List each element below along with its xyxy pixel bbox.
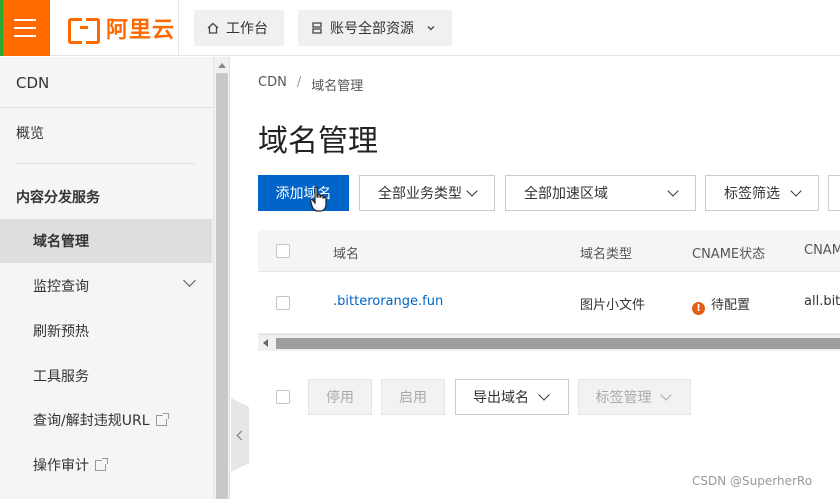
bulk-select-checkbox[interactable] [276,390,290,404]
scroll-left-arrow-icon[interactable] [263,339,268,347]
top-bar: 阿里云 工作台 账号全部资源 [0,0,840,56]
region-dropdown[interactable]: 全部加速区域 [505,175,696,211]
tag-management-button[interactable]: 标签管理 [578,379,691,415]
sidebar-section-divider [16,163,195,164]
sidebar-item-domain-management[interactable]: 域名管理 [0,219,212,263]
region-value: 全部加速区域 [524,186,608,202]
enable-button[interactable]: 启用 [381,379,445,415]
chevron-down-icon [427,26,435,31]
select-all-checkbox[interactable] [276,244,290,258]
resources-dropdown[interactable]: 账号全部资源 [298,10,452,46]
chevron-down-icon [183,274,196,287]
breadcrumb-current: 域名管理 [311,79,364,94]
chevron-down-icon [466,185,478,197]
sidebar-item-tools[interactable]: 工具服务 [0,354,212,398]
hamburger-menu-icon[interactable] [0,0,50,56]
stack-icon [312,22,322,34]
cname-status-text: 待配置 [711,298,751,313]
cname-status-cell: ! 待配置 [692,294,750,315]
table-header: 域名 域名类型 CNAME状态 CNAM [258,230,840,272]
aliyun-logo[interactable]: 阿里云 [68,13,176,44]
column-header-type[interactable]: 域名类型 [580,243,632,262]
search-box-clipped[interactable] [828,175,840,211]
business-type-value: 全部业务类型 [378,186,462,202]
external-link-icon [155,412,169,426]
column-header-cname-status[interactable]: CNAME状态 [692,243,765,262]
sidebar-item-label: 域名管理 [33,234,89,250]
chevron-down-icon [790,185,802,197]
sidebar-title: CDN [16,74,50,92]
domain-type-cell: 图片小文件 [580,298,646,313]
chevron-down-icon [660,389,672,401]
workbench-button[interactable]: 工作台 [194,10,284,46]
sidebar-scrollbar[interactable] [214,57,230,499]
sidebar-item-monitoring[interactable]: 监控查询 [0,264,212,308]
cname-cell: all.bitt [804,294,840,309]
aliyun-logo-mark-icon [68,18,100,44]
sidebar-scroll-thumb[interactable] [216,73,228,499]
domain-link[interactable]: .bitterorange.fun [333,294,443,309]
watermark: CSDN @SuperherRo [692,474,813,488]
breadcrumb: CDN / 域名管理 [258,75,363,94]
business-type-dropdown[interactable]: 全部业务类型 [359,175,495,211]
column-header-domain[interactable]: 域名 [333,243,359,262]
sidebar-item-label: 工具服务 [33,369,89,385]
chevron-down-icon [538,389,550,401]
export-domains-label: 导出域名 [473,390,529,406]
breadcrumb-root[interactable]: CDN [258,75,287,94]
column-header-cname[interactable]: CNAM [804,243,840,258]
home-icon [207,22,219,34]
breadcrumb-separator: / [296,75,302,90]
chevron-down-icon [667,185,679,197]
sidebar-divider [0,107,214,108]
warning-icon: ! [692,302,705,315]
sidebar-collapse-handle[interactable] [231,398,249,472]
tag-management-label: 标签管理 [595,390,652,406]
table-horizontal-scrollbar[interactable] [258,334,840,351]
table-row: .bitterorange.fun 图片小文件 ! 待配置 all.bitt [258,272,840,334]
sidebar-section-content-delivery: 内容分发服务 [0,175,212,219]
page-title: 域名管理 [258,124,378,159]
row-checkbox[interactable] [276,296,290,310]
workbench-label: 工作台 [226,21,268,37]
disable-button[interactable]: 停用 [308,379,372,415]
sidebar-item-violation-url[interactable]: 查询/解封违规URL [0,398,212,442]
tag-filter-dropdown[interactable]: 标签筛选 [705,175,819,211]
sidebar-item-label: 查询/解封违规URL [33,413,150,429]
sidebar-item-label: 监控查询 [33,279,89,295]
sidebar-section-label: 内容分发服务 [16,190,100,206]
sidebar-item-audit[interactable]: 操作审计 [0,443,212,487]
sidebar-item-label: 概览 [16,126,44,142]
resources-label: 账号全部资源 [330,21,414,37]
table-scroll-thumb[interactable] [276,338,840,349]
chevron-left-icon [236,430,247,440]
sidebar-item-overview[interactable]: 概览 [0,111,212,155]
tag-filter-value: 标签筛选 [724,186,780,202]
export-domains-button[interactable]: 导出域名 [455,379,569,415]
external-link-icon [95,457,108,471]
sidebar-item-label: 刷新预热 [33,324,89,340]
hand-cursor-icon [310,186,327,212]
sidebar-item-label: 操作审计 [33,458,89,474]
scroll-up-arrow-icon[interactable] [218,63,226,68]
logo-text: 阿里云 [106,18,176,43]
add-domain-button[interactable]: 添加域名 [258,175,349,211]
sidebar-item-refresh-preload[interactable]: 刷新预热 [0,309,212,353]
header-divider [178,0,179,56]
